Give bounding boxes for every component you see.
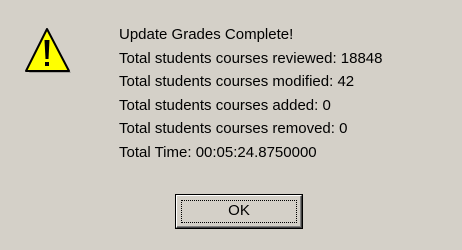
message-line-modified: Total students courses modified: 42 xyxy=(119,73,355,91)
message-line-total-time: Total Time: 00:05:24.8750000 xyxy=(119,143,317,161)
message-line-added: Total students courses added: 0 xyxy=(119,96,331,114)
message-line-removed: Total students courses removed: 0 xyxy=(119,120,348,138)
ok-button[interactable]: OK xyxy=(175,194,303,229)
ok-button-label: OK xyxy=(228,202,250,219)
message-text: Update Grades Complete! Total students c… xyxy=(119,23,455,165)
message-line-title: Update Grades Complete! xyxy=(119,26,294,43)
message-dialog: Update Grades Complete! Total students c… xyxy=(0,0,462,250)
warning-icon xyxy=(24,28,72,76)
message-line-reviewed: Total students courses reviewed: 18848 xyxy=(119,49,383,67)
